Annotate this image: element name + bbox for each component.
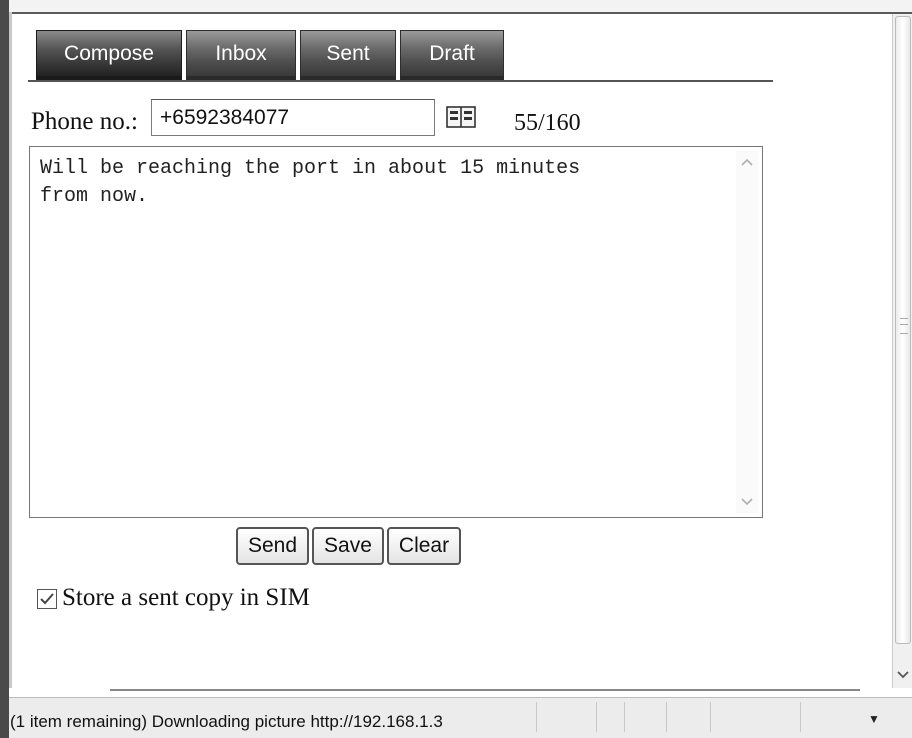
- status-panel: [536, 702, 596, 732]
- tab-bar: Compose Inbox Sent Draft: [36, 30, 504, 80]
- status-panel: [666, 702, 710, 732]
- tab-compose[interactable]: Compose: [36, 30, 182, 80]
- action-buttons: Send Save Clear: [236, 527, 462, 565]
- store-copy-checkbox[interactable]: [37, 589, 57, 609]
- phone-label: Phone no.:: [31, 108, 138, 135]
- tab-draft[interactable]: Draft: [400, 30, 504, 80]
- checkmark-icon: [40, 593, 54, 605]
- tab-divider: [28, 80, 773, 82]
- save-button[interactable]: Save: [312, 527, 384, 565]
- tab-inbox[interactable]: Inbox: [186, 30, 296, 80]
- status-panel: [710, 702, 800, 732]
- message-scrollbar[interactable]: [736, 151, 758, 513]
- message-textarea[interactable]: Will be reaching the port in about 15 mi…: [29, 146, 763, 518]
- tab-sent[interactable]: Sent: [300, 30, 396, 80]
- status-text: (1 item remaining) Downloading picture h…: [10, 712, 443, 731]
- dropdown-arrow-icon[interactable]: ▼: [868, 712, 880, 726]
- character-counter: 55/160: [514, 110, 581, 136]
- window-left-border: [0, 0, 9, 738]
- phone-number-input[interactable]: [151, 99, 435, 136]
- status-panel: [624, 702, 666, 732]
- chevron-up-icon[interactable]: [736, 151, 758, 173]
- clear-button[interactable]: Clear: [386, 527, 462, 565]
- grip-icon: [900, 318, 908, 334]
- window-left-bevel: [9, 12, 12, 688]
- window-top-border: [0, 0, 912, 14]
- status-panel: [800, 702, 854, 732]
- page-bottom-divider: [110, 689, 860, 691]
- send-button[interactable]: Send: [236, 527, 310, 565]
- address-book-icon[interactable]: [446, 106, 476, 128]
- scroll-down-icon[interactable]: [893, 664, 912, 686]
- message-text[interactable]: Will be reaching the port in about 15 mi…: [40, 155, 720, 211]
- status-panel: [596, 702, 624, 732]
- chevron-down-icon[interactable]: [736, 491, 758, 513]
- store-copy-label[interactable]: Store a sent copy in SIM: [62, 584, 310, 612]
